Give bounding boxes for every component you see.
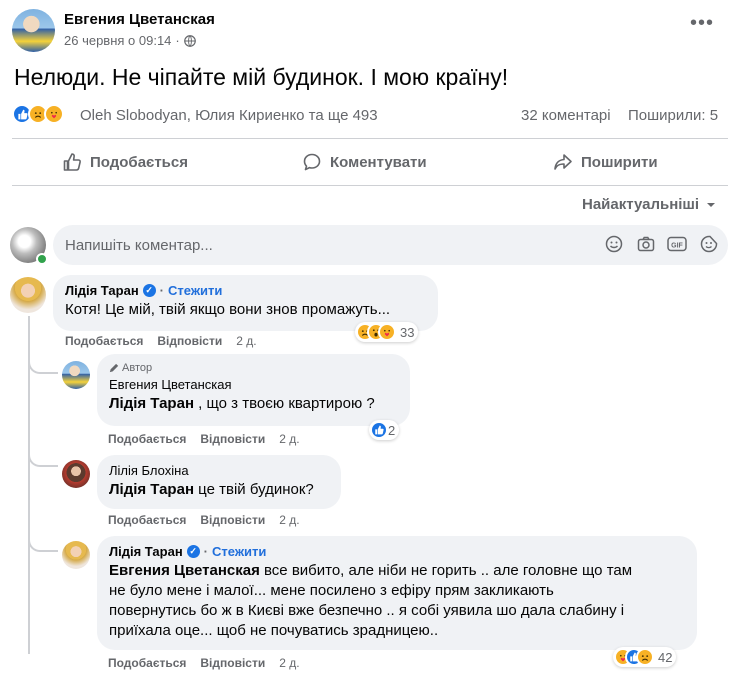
reactions-names-link[interactable]: Oleh Slobodyan, Юлия Кириенко та ще 493 bbox=[80, 107, 378, 124]
share-arrow-icon bbox=[554, 154, 572, 170]
thread-connector bbox=[28, 527, 58, 552]
comment-line: не було мене і малої... мене посилено з … bbox=[109, 582, 554, 599]
verified-badge-icon: ✓ bbox=[186, 545, 200, 558]
like-button-label: Подобається bbox=[90, 153, 188, 171]
comment-reactions[interactable]: 42 bbox=[613, 647, 677, 667]
comment-text: Лідія Таран , що з твоєю квартирою ? bbox=[109, 394, 398, 414]
comment-time[interactable]: 2 д. bbox=[279, 513, 299, 527]
comment-reply-link[interactable]: Відповісти bbox=[200, 656, 265, 670]
comment-bubble: Лілія Блохіна Лідія Таран це твій будино… bbox=[97, 455, 341, 509]
comment-bubble-icon bbox=[303, 153, 321, 171]
author-badge-label: Автор bbox=[122, 362, 153, 374]
globe-icon bbox=[183, 34, 196, 47]
author-badge: Автор bbox=[109, 362, 398, 374]
share-button-label: Поширити bbox=[581, 153, 658, 171]
post-text: Нелюди. Не чіпайте мій будинок. І мою кр… bbox=[14, 64, 509, 90]
pencil-icon bbox=[109, 363, 119, 373]
divider bbox=[12, 138, 728, 139]
sticker-icon[interactable] bbox=[699, 235, 719, 255]
comment-button-label: Коментувати bbox=[330, 153, 427, 171]
sad-icon bbox=[636, 648, 654, 666]
comment-reactions[interactable]: 2 bbox=[369, 420, 400, 440]
reaction-summary-icons[interactable] bbox=[12, 104, 64, 126]
care-icon bbox=[44, 104, 64, 124]
comment-sort-dropdown[interactable]: Найактуальніші bbox=[582, 196, 717, 213]
follow-link[interactable]: Стежити bbox=[168, 283, 222, 298]
comment-line: все вибито, але ніби не горить .. але го… bbox=[259, 562, 633, 579]
emoji-icon[interactable] bbox=[604, 235, 624, 255]
comment-line: повернутись бо ж в Києві вже безпечно ..… bbox=[109, 602, 625, 619]
comment-input[interactable] bbox=[53, 225, 728, 265]
thumbs-up-icon bbox=[63, 153, 81, 171]
caret-down-icon bbox=[707, 202, 716, 207]
comment-bubble: Лідія Таран ✓ · Стежити Евгения Цветанск… bbox=[97, 536, 697, 650]
follow-link[interactable]: Стежити bbox=[212, 544, 266, 559]
comment-actions: Подобається Відповісти 2 д. bbox=[108, 513, 300, 527]
mention-link[interactable]: Евгения Цветанская bbox=[109, 562, 260, 579]
commenter-avatar[interactable] bbox=[62, 541, 90, 569]
comment-like-link[interactable]: Подобається bbox=[65, 334, 143, 348]
comment-reply-link[interactable]: Відповісти bbox=[157, 334, 222, 348]
commenter-name[interactable]: Лідія Таран bbox=[109, 544, 183, 559]
comment-header: Евгения Цветанская bbox=[109, 377, 398, 392]
post-date[interactable]: 26 червня о 09:14 bbox=[64, 33, 171, 48]
comment-button[interactable]: Коментувати bbox=[302, 145, 427, 179]
post-author-name[interactable]: Евгения Цветанская bbox=[64, 11, 215, 28]
comment-header: Лілія Блохіна bbox=[109, 463, 329, 478]
comment-body: це твій будинок? bbox=[194, 481, 314, 498]
comment-time[interactable]: 2 д. bbox=[279, 656, 299, 670]
comment-text: Евгения Цветанская все вибито, але ніби … bbox=[109, 561, 685, 641]
verified-badge-icon: ✓ bbox=[142, 284, 156, 297]
post-meta: 26 червня о 09:14 · bbox=[64, 33, 196, 48]
commenter-name[interactable]: Евгения Цветанская bbox=[109, 377, 232, 392]
comment-reply-link[interactable]: Відповісти bbox=[200, 432, 265, 446]
comment-like-link[interactable]: Подобається bbox=[108, 656, 186, 670]
share-button[interactable]: Поширити bbox=[553, 145, 658, 179]
like-button[interactable]: Подобається bbox=[62, 145, 188, 179]
care-icon bbox=[378, 323, 396, 341]
comments-count-link[interactable]: 32 коментарі bbox=[521, 107, 611, 124]
comment-header: Лідія Таран ✓ · Стежити bbox=[109, 544, 685, 559]
separator: · bbox=[159, 283, 165, 298]
meta-separator: · bbox=[175, 33, 180, 48]
more-options-button[interactable]: ••• bbox=[684, 13, 720, 42]
comment-body: , що з твоєю квартирою ? bbox=[194, 395, 375, 412]
sort-label: Найактуальніші bbox=[582, 196, 700, 213]
gif-icon[interactable]: GIF bbox=[667, 235, 687, 255]
like-icon bbox=[370, 421, 388, 439]
comment-like-link[interactable]: Подобається bbox=[108, 513, 186, 527]
comment-like-link[interactable]: Подобається bbox=[108, 432, 186, 446]
comment-bubble: Автор Евгения Цветанская Лідія Таран , щ… bbox=[97, 354, 410, 426]
comment-actions: Подобається Відповісти 2 д. bbox=[108, 656, 300, 670]
thread-connector bbox=[28, 445, 58, 467]
comment-text: Лідія Таран це твій будинок? bbox=[109, 480, 329, 500]
thread-connector bbox=[28, 352, 58, 374]
comment-time[interactable]: 2 д. bbox=[236, 334, 256, 348]
commenter-name[interactable]: Лідія Таран bbox=[65, 283, 139, 298]
comment-header: Лідія Таран ✓ · Стежити bbox=[65, 283, 426, 298]
svg-text:GIF: GIF bbox=[671, 243, 683, 250]
shares-count-link[interactable]: Поширили: 5 bbox=[628, 107, 718, 124]
comment-text: Котя! Це мій, твій якщо вони знов промаж… bbox=[65, 301, 391, 318]
comment-reactions[interactable]: 33 bbox=[355, 322, 419, 342]
separator: · bbox=[203, 544, 209, 559]
online-status-dot bbox=[36, 253, 48, 265]
camera-icon[interactable] bbox=[636, 235, 656, 255]
comment-time[interactable]: 2 д. bbox=[279, 432, 299, 446]
reaction-count: 2 bbox=[388, 422, 396, 438]
mention-link[interactable]: Лідія Таран bbox=[109, 395, 194, 412]
commenter-avatar[interactable] bbox=[62, 460, 90, 488]
mention-link[interactable]: Лідія Таран bbox=[109, 481, 194, 498]
comment-line: приїхала оце... щоб не почуватись зрадни… bbox=[109, 622, 439, 639]
comment-reply-link[interactable]: Відповісти bbox=[200, 513, 265, 527]
divider bbox=[12, 185, 728, 186]
reaction-count: 42 bbox=[658, 649, 673, 665]
reaction-count: 33 bbox=[400, 324, 415, 340]
commenter-name[interactable]: Лілія Блохіна bbox=[109, 463, 189, 478]
commenter-avatar[interactable] bbox=[62, 361, 90, 389]
post-author-avatar[interactable] bbox=[12, 9, 55, 52]
comment-actions: Подобається Відповісти 2 д. bbox=[108, 432, 300, 446]
commenter-avatar[interactable] bbox=[10, 277, 46, 313]
comment-actions: Подобається Відповісти 2 д. bbox=[65, 334, 257, 348]
